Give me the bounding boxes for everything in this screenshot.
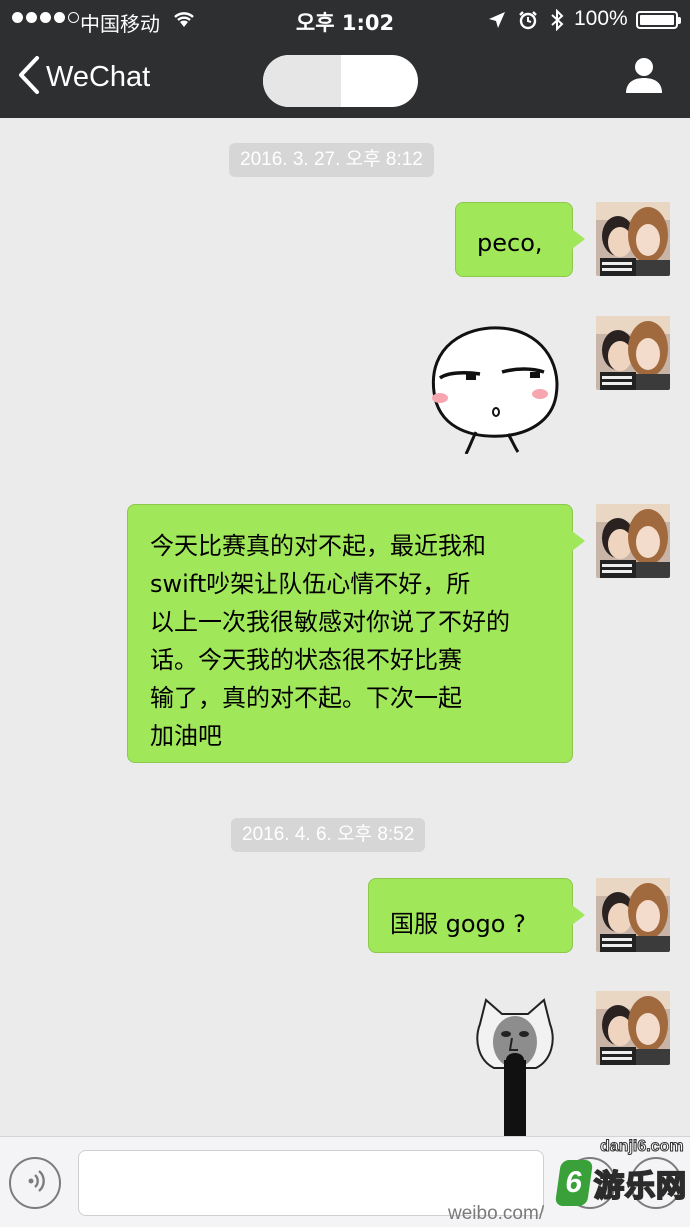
message-line: 以上一次我很敏感对你说了不好的 (150, 608, 510, 636)
watermark-site-name: 游乐网 (593, 1168, 687, 1205)
location-arrow-icon (488, 11, 506, 35)
message-line: 加油吧 (150, 722, 222, 750)
message-line: swift吵架让队伍心情不好，所 (150, 570, 471, 598)
back-button[interactable]: WeChat (18, 56, 150, 99)
top-bar: 中国移动 오후 1:02 100% WeChat (0, 0, 690, 118)
profile-button[interactable] (624, 56, 664, 99)
chat-title-redacted (263, 55, 418, 107)
battery-icon (636, 11, 681, 29)
message-bubble[interactable]: 国服 gogo ? (368, 878, 585, 953)
message-text: peco, (477, 229, 543, 257)
watermark-weibo: weibo.com/ (448, 1203, 545, 1224)
message-bubble[interactable]: peco, (455, 202, 585, 277)
timestamp: 2016. 3. 27. 오후 8:12 (229, 143, 434, 177)
back-label: WeChat (46, 61, 151, 93)
avatar[interactable] (596, 202, 670, 276)
battery-percentage: 100% (574, 7, 628, 30)
message-bubble[interactable]: 今天比赛真的对不起，最近我和 swift吵架让队伍心情不好，所 以上一次我很敏感… (127, 504, 585, 763)
chevron-left-icon (18, 56, 40, 99)
avatar[interactable] (596, 316, 670, 390)
status-bar: 中国移动 오후 1:02 100% (0, 0, 690, 40)
voice-button[interactable] (9, 1157, 61, 1209)
smug-face-sticker[interactable] (422, 322, 562, 459)
bluetooth-icon (550, 8, 564, 37)
avatar[interactable] (596, 878, 670, 952)
avatar[interactable] (596, 991, 670, 1065)
message-line: 话。今天我的状态很不好比赛 (150, 646, 462, 674)
voice-wave-icon (22, 1168, 48, 1199)
watermark-url: danji6.com (600, 1138, 685, 1156)
alarm-icon (518, 10, 538, 36)
avatar[interactable] (596, 504, 670, 578)
message-line: 今天比赛真的对不起，最近我和 (150, 532, 486, 560)
meme-face-sticker[interactable] (472, 998, 558, 1143)
timestamp: 2016. 4. 6. 오후 8:52 (231, 818, 426, 852)
message-line: 输了，真的对不起。下次一起 (150, 684, 462, 712)
message-text: 国服 gogo ? (390, 910, 526, 938)
person-icon (624, 58, 664, 98)
watermark-badge: 6 (554, 1160, 594, 1206)
watermark-logo: 6 游乐网 (554, 1160, 687, 1206)
